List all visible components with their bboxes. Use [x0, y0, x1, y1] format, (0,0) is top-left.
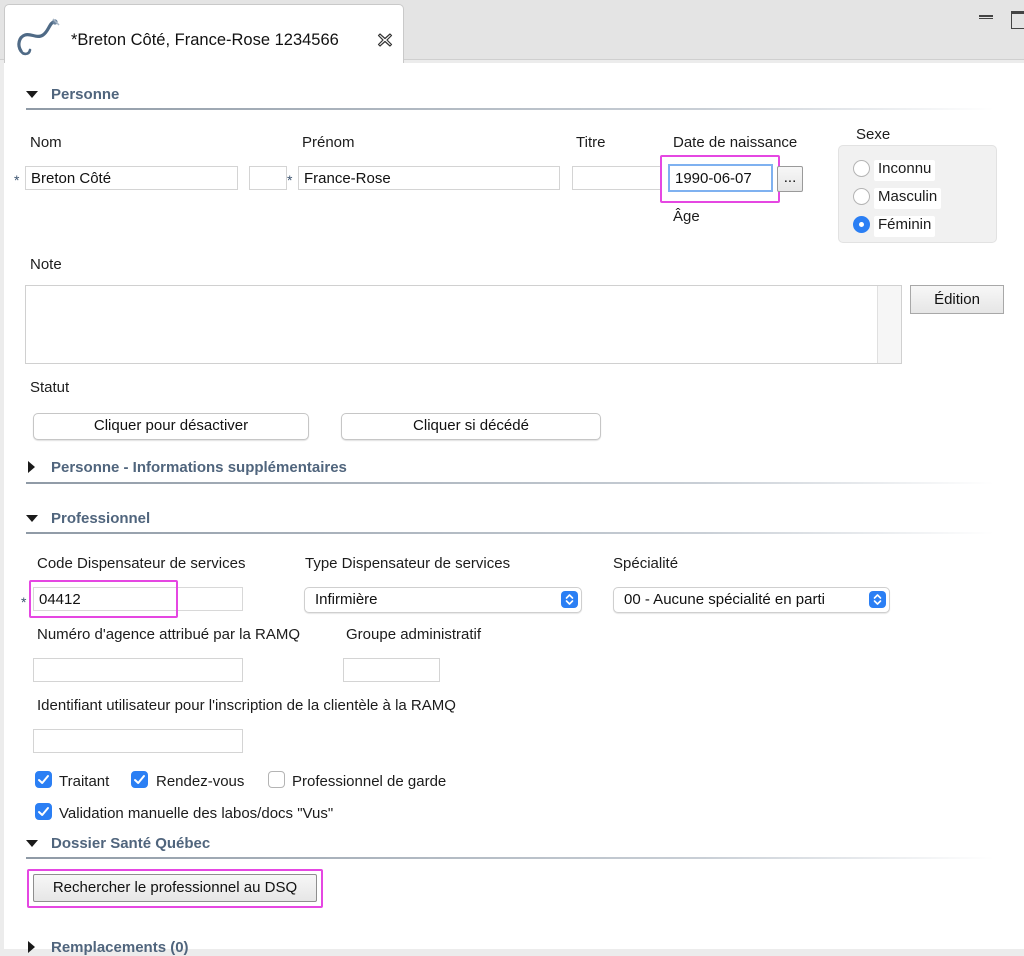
checkmark-icon [134, 775, 145, 784]
section-collapse-icon[interactable] [28, 941, 35, 953]
age-label: Âge [673, 208, 700, 225]
traitant-label[interactable]: Traitant [59, 773, 109, 790]
specialite-select-value: 00 - Aucune spécialité en parti [624, 591, 825, 608]
section-expand-icon[interactable] [26, 91, 38, 98]
specialite-label: Spécialité [613, 555, 679, 572]
radio-label-inconnu[interactable]: Inconnu [874, 160, 936, 181]
section-title-remplacements[interactable]: Remplacements (0) [51, 939, 189, 956]
edition-button[interactable]: Édition [910, 285, 1004, 314]
minimize-icon[interactable] [979, 15, 993, 19]
groupe-input[interactable] [343, 658, 440, 682]
radio-feminin[interactable] [853, 216, 870, 233]
validation-checkbox[interactable] [35, 803, 52, 820]
garde-checkbox[interactable] [268, 771, 285, 788]
titre-label: Titre [576, 134, 606, 151]
checkmark-icon [38, 775, 49, 784]
section-collapse-icon[interactable] [28, 461, 35, 473]
nom-suffix-input[interactable] [249, 166, 287, 190]
section-divider [26, 532, 994, 534]
titre-input[interactable] [572, 166, 662, 190]
statut-label: Statut [30, 379, 70, 396]
note-textarea[interactable] [25, 285, 902, 364]
prenom-input[interactable]: France-Rose [298, 166, 560, 190]
type-label: Type Dispensateur de services [305, 555, 511, 572]
editor-tab-strip: *Breton Côté, France-Rose 1234566 [0, 0, 1024, 64]
groupe-label: Groupe administratif [346, 626, 482, 643]
maximize-icon[interactable] [1011, 11, 1024, 29]
rendez-vous-checkbox[interactable] [131, 771, 148, 788]
agence-label: Numéro d'agence attribué par la RAMQ [37, 626, 300, 643]
close-icon[interactable] [377, 32, 393, 48]
section-divider [26, 108, 994, 110]
select-arrows-icon [869, 591, 886, 608]
identifiant-label: Identifiant utilisateur pour l'inscripti… [37, 697, 456, 714]
dob-picker-button[interactable]: ... [777, 166, 803, 192]
radio-label-masculin[interactable]: Masculin [874, 188, 942, 209]
nom-input[interactable]: Breton Côté [25, 166, 238, 190]
type-select-value: Infirmière [315, 591, 378, 608]
type-select[interactable]: Infirmière [304, 587, 582, 613]
nom-label: Nom [30, 134, 62, 151]
required-marker: * [14, 172, 20, 188]
code-highlight [29, 580, 178, 618]
section-divider [26, 482, 994, 484]
section-expand-icon[interactable] [26, 840, 38, 847]
prenom-label: Prénom [302, 134, 355, 151]
patient-tab[interactable]: *Breton Côté, France-Rose 1234566 [4, 4, 404, 64]
section-title-personne-info[interactable]: Personne - Informations supplémentaires [51, 459, 347, 476]
dsq-search-button[interactable]: Rechercher le professionnel au DSQ [33, 874, 317, 902]
section-title-dsq[interactable]: Dossier Santé Québec [51, 835, 210, 852]
desactiver-button[interactable]: Cliquer pour désactiver [33, 413, 309, 440]
sexe-label: Sexe [856, 126, 891, 143]
section-title-professionnel[interactable]: Professionnel [51, 510, 150, 527]
radio-label-feminin[interactable]: Féminin [874, 216, 936, 237]
garde-label[interactable]: Professionnel de garde [292, 773, 446, 790]
checkmark-icon [38, 807, 49, 816]
validation-label[interactable]: Validation manuelle des labos/docs "Vus" [59, 805, 333, 822]
radio-inconnu[interactable] [853, 160, 870, 177]
agence-input[interactable] [33, 658, 243, 682]
tab-title: *Breton Côté, France-Rose 1234566 [71, 31, 339, 49]
dob-input[interactable]: 1990-06-07 [668, 164, 773, 192]
note-scrollbar[interactable] [877, 286, 901, 363]
code-label: Code Dispensateur de services [37, 555, 246, 572]
required-marker: * [21, 594, 27, 610]
section-title-personne[interactable]: Personne [51, 86, 119, 103]
traitant-checkbox[interactable] [35, 771, 52, 788]
required-marker: * [287, 172, 293, 188]
rendez-vous-label[interactable]: Rendez-vous [156, 773, 244, 790]
stethoscope-icon [17, 18, 60, 56]
select-arrows-icon [561, 591, 578, 608]
section-divider [26, 857, 994, 859]
identifiant-input[interactable] [33, 729, 243, 753]
dob-label: Date de naissance [673, 134, 798, 151]
radio-masculin[interactable] [853, 188, 870, 205]
note-label: Note [30, 256, 62, 273]
section-expand-icon[interactable] [26, 515, 38, 522]
decede-button[interactable]: Cliquer si décédé [341, 413, 601, 440]
specialite-select[interactable]: 00 - Aucune spécialité en parti [613, 587, 890, 613]
